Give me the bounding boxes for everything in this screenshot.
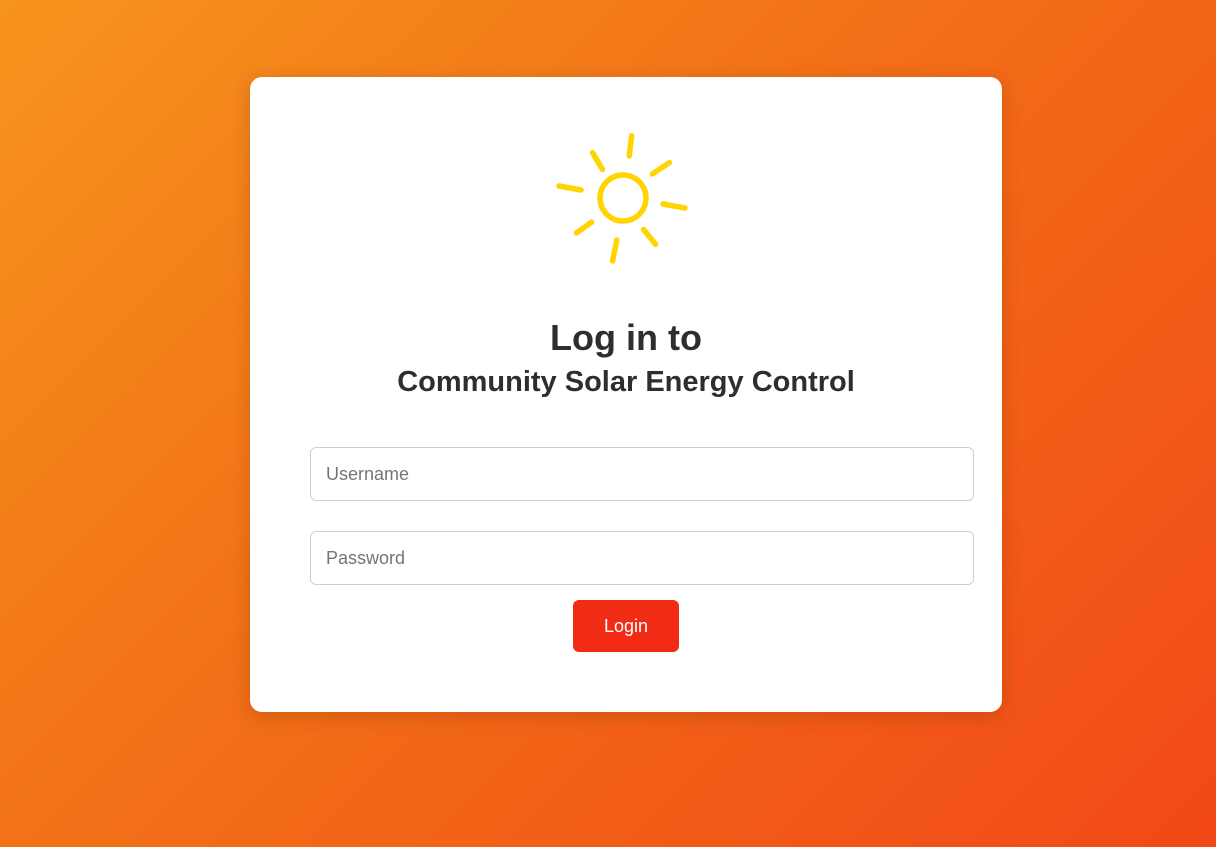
password-input[interactable] — [310, 531, 974, 585]
page-title: Log in to — [550, 317, 702, 358]
app-name: Community Solar Energy Control — [397, 366, 855, 398]
username-input[interactable] — [310, 447, 974, 501]
login-card: Log in to Community Solar Energy Control… — [250, 77, 1002, 712]
login-button[interactable]: Login — [573, 600, 679, 652]
sun-icon — [556, 132, 688, 264]
